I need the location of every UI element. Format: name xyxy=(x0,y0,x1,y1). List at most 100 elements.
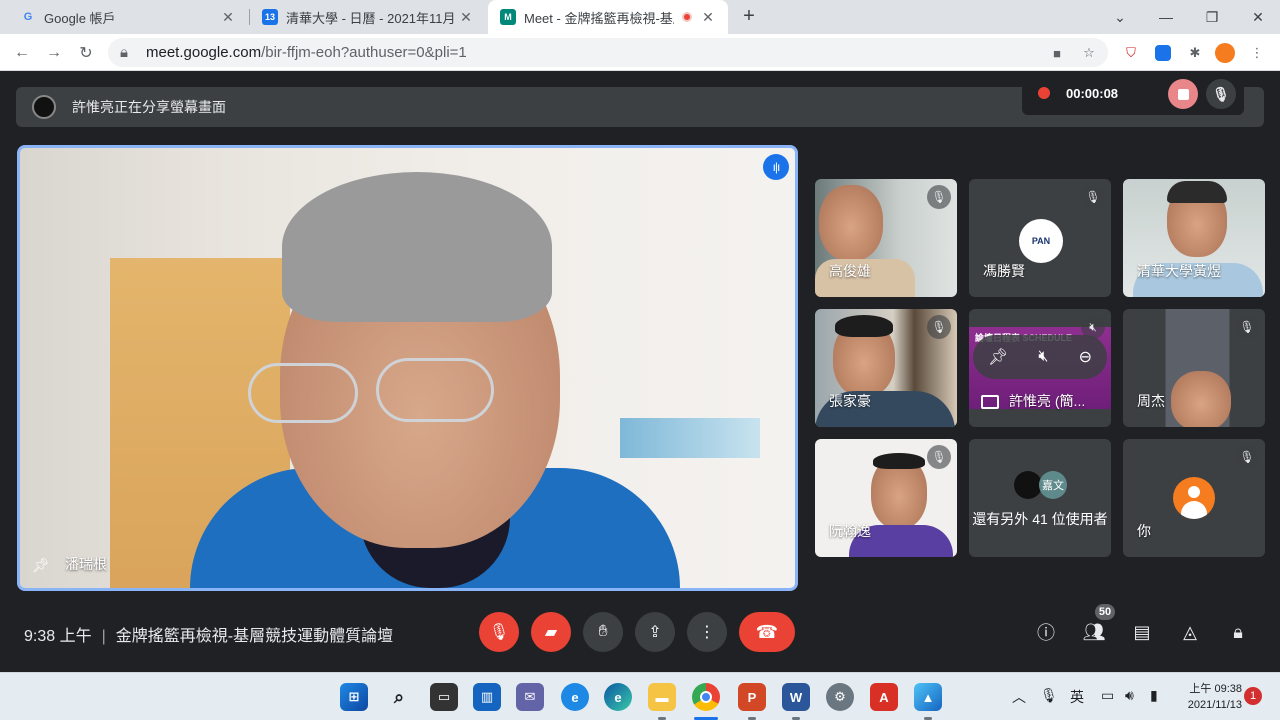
participant-tile[interactable]: PAN 🎙︎ 馮勝賢 xyxy=(969,179,1111,297)
mic-off-icon: 🎙︎ xyxy=(1235,445,1259,469)
network-icon[interactable]: ▭ xyxy=(1101,687,1114,704)
teams-chat-icon[interactable]: ✉ xyxy=(516,683,544,711)
tab-calendar[interactable]: 13 清華大學 - 日曆 - 2021年11月 ✕ xyxy=(250,0,486,34)
other-participant-avatar: 嘉文 xyxy=(1039,471,1067,499)
tab-title: 清華大學 - 日曆 - 2021年11月 xyxy=(286,10,456,26)
close-tab-icon[interactable]: ✕ xyxy=(458,9,474,26)
restore-button[interactable]: ❐ xyxy=(1189,0,1235,34)
word-icon[interactable]: W xyxy=(782,683,810,711)
file-explorer-icon[interactable]: ▬ xyxy=(648,683,676,711)
calendar-favicon-icon: 13 xyxy=(262,9,278,25)
mute-for-everyone-icon[interactable]: 🔇︎ xyxy=(1038,348,1048,366)
extension-shield-icon[interactable]: ⛉ xyxy=(1120,42,1142,64)
acrobat-pdf-icon[interactable]: A xyxy=(870,683,898,711)
show-hidden-icons-chevron-icon[interactable]: ︿ xyxy=(1012,687,1026,707)
tab-search-chevron-icon[interactable]: ⌄ xyxy=(1097,0,1143,34)
tile-hover-controls: 📌︎ 🔇︎ ⊖ xyxy=(973,335,1107,379)
microphone-in-use-icon[interactable]: 🎙︎ xyxy=(1040,687,1058,704)
new-tab-button[interactable]: + xyxy=(738,5,760,27)
powerpoint-icon[interactable]: P xyxy=(738,683,766,711)
notification-badge[interactable]: 1 xyxy=(1244,687,1262,705)
meeting-controls-bar: 9:38 上午 | 金牌搖籃再檢視-基層競技運動體質論壇 🎙︎ ▰ ✋︎ ⇪ ⋮ ☎… xyxy=(0,592,1280,672)
meeting-info-icon[interactable]: ⓘ xyxy=(1032,618,1060,646)
participant-name: 周杰 xyxy=(1137,393,1165,409)
leave-call-button[interactable]: ☎︎ xyxy=(739,612,795,652)
background-poster xyxy=(620,418,760,458)
input-method-indicator[interactable]: 英 xyxy=(1070,687,1084,707)
recording-timer: 00:00:08 xyxy=(1066,85,1119,101)
camera-toggle-button[interactable]: ▰ xyxy=(531,612,571,652)
browser-menu-icon[interactable]: ⋮ xyxy=(1246,42,1268,64)
raise-hand-button[interactable]: ✋︎ xyxy=(583,612,623,652)
url-field[interactable]: 🔒︎ meet.google.com/bir-ffjm-eoh?authuser… xyxy=(108,38,1108,67)
battery-icon[interactable]: ▮ xyxy=(1150,687,1158,704)
minimize-button[interactable]: — xyxy=(1143,0,1189,34)
close-tab-icon[interactable]: ✕ xyxy=(220,9,236,26)
settings-gear-icon[interactable]: ⚙ xyxy=(826,683,854,711)
address-toolbar: ← → ↻ 🔒︎ meet.google.com/bir-ffjm-eoh?au… xyxy=(0,34,1280,71)
camera-indicator-icon[interactable]: ■ xyxy=(1046,42,1068,64)
others-tile[interactable]: 嘉文 還有另外 41 位使用者 xyxy=(969,439,1111,557)
close-tab-icon[interactable]: ✕ xyxy=(700,9,716,26)
windows-start-icon[interactable]: ⊞ xyxy=(340,683,368,711)
participant-tile[interactable]: 🎙︎ 張家豪 xyxy=(815,309,957,427)
stop-recording-button[interactable] xyxy=(1168,79,1198,109)
participant-name: 阮翰逸 xyxy=(829,523,871,539)
system-date: 2021/11/13 xyxy=(1187,699,1242,711)
participant-name: 清華大學黃煜 xyxy=(1137,263,1221,279)
photos-icon[interactable]: ▲ xyxy=(914,683,942,711)
volume-icon[interactable]: 🔊︎ xyxy=(1125,687,1134,704)
mic-toggle-button[interactable]: 🎙︎ xyxy=(479,612,519,652)
pin-icon[interactable]: 📌︎ xyxy=(988,347,1008,367)
remove-participant-icon[interactable]: ⊖ xyxy=(1079,347,1092,367)
participant-hair xyxy=(1167,181,1227,203)
profile-avatar[interactable] xyxy=(1214,42,1236,64)
more-options-button[interactable]: ⋮ xyxy=(687,612,727,652)
browser-tab-bar: G Google 帳戶 ✕ 13 清華大學 - 日曆 - 2021年11月 ✕ … xyxy=(0,0,1280,34)
search-icon[interactable]: ⌕ xyxy=(385,683,413,711)
self-tile[interactable]: 🎙︎ 你 xyxy=(1123,439,1265,557)
participant-tile[interactable]: 🎙︎ 阮翰逸 xyxy=(815,439,957,557)
host-controls-lock-icon[interactable]: 🔒︎ xyxy=(1224,618,1252,646)
main-speaker-name: 潘瑞根 xyxy=(65,556,107,572)
internet-explorer-icon[interactable]: e xyxy=(561,683,589,711)
main-speaker-video[interactable]: ı|ı 📌︎ 潘瑞根 xyxy=(17,145,798,591)
chat-icon[interactable]: ▤ xyxy=(1128,618,1156,646)
bookmark-star-icon[interactable]: ☆ xyxy=(1078,42,1100,64)
chrome-browser-icon[interactable] xyxy=(692,683,720,711)
back-arrow-icon[interactable]: ← xyxy=(10,41,34,65)
close-window-button[interactable]: ✕ xyxy=(1235,0,1280,34)
people-icon[interactable]: 👥︎ xyxy=(1080,618,1108,646)
meeting-clock: 9:38 上午 xyxy=(24,628,92,645)
stop-icon xyxy=(1177,88,1189,100)
extension-blue-icon[interactable] xyxy=(1152,42,1174,64)
present-screen-button[interactable]: ⇪ xyxy=(635,612,675,652)
participant-tile[interactable]: 🎙︎ 高俊雄 xyxy=(815,179,957,297)
recording-panel: 00:00:08 🎙︎ xyxy=(1022,71,1244,115)
tab-title: Google 帳戶 xyxy=(44,10,116,26)
extensions-puzzle-icon[interactable]: ✱ xyxy=(1184,42,1206,64)
edge-browser-icon[interactable]: e xyxy=(604,683,632,711)
speaker-off-icon: 🔇︎ xyxy=(1081,315,1105,339)
pin-icon[interactable]: 📌︎ xyxy=(32,557,50,574)
participant-name-text: 許惟亮 (簡... xyxy=(1009,393,1086,409)
recorder-mic-off-icon[interactable]: 🎙︎ xyxy=(1206,79,1236,109)
widgets-icon[interactable]: ▥ xyxy=(473,683,501,711)
system-clock[interactable]: 上午 09:38 2021/11/13 xyxy=(1176,681,1242,713)
participant-tile[interactable]: 🎙︎ 周杰 xyxy=(1123,309,1265,427)
mic-off-icon: 🎙︎ xyxy=(927,315,951,339)
forward-arrow-icon[interactable]: → xyxy=(42,41,66,65)
meeting-details: 9:38 上午 | 金牌搖籃再檢視-基層競技運動體質論壇 xyxy=(24,622,393,646)
participant-name: 馮勝賢 xyxy=(983,263,1025,279)
participant-name: 張家豪 xyxy=(829,393,871,409)
task-view-icon[interactable]: ▭ xyxy=(430,683,458,711)
tab-meet[interactable]: M Meet - 金牌搖籃再檢視-基層 ✕ xyxy=(488,0,728,34)
meet-favicon-icon: M xyxy=(500,9,516,25)
reload-icon[interactable]: ↻ xyxy=(74,41,98,65)
presenting-text: 許惟亮正在分享螢幕畫面 xyxy=(72,99,226,115)
participant-tile[interactable]: 論壇日程表 SCHEDULE 📌︎ 🔇︎ ⊖ 🔇︎ 許惟亮 (簡... xyxy=(969,309,1111,427)
speaking-indicator-icon: ı|ı xyxy=(763,154,789,180)
participant-tile[interactable]: 清華大學黃煜 xyxy=(1123,179,1265,297)
activities-icon[interactable]: ◬ xyxy=(1176,618,1204,646)
tab-google-account[interactable]: G Google 帳戶 ✕ xyxy=(8,0,248,34)
